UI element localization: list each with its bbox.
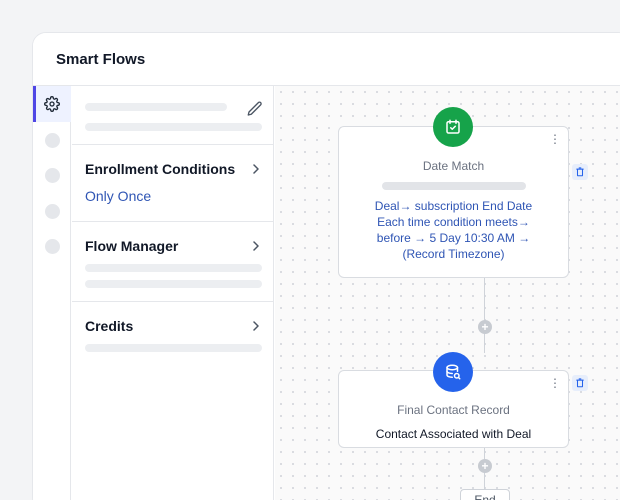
enrollment-value: Only Once <box>85 188 152 204</box>
node-title: Date Match <box>422 159 485 173</box>
nav-rail <box>33 86 71 500</box>
date-match-node-icon <box>433 107 473 147</box>
chevron-right-icon <box>253 321 259 331</box>
flow-name-header <box>72 86 273 145</box>
rail-item-placeholder[interactable] <box>45 168 60 183</box>
skeleton-line <box>85 344 262 352</box>
section-credits[interactable]: Credits <box>72 302 273 366</box>
gear-icon <box>44 96 60 112</box>
section-title: Credits <box>85 318 134 334</box>
app-window: Smart Flows Enrollment Conditions Only O… <box>32 32 620 500</box>
end-node: End <box>460 489 510 500</box>
section-flow-manager[interactable]: Flow Manager <box>72 222 273 302</box>
skeleton-line <box>85 264 262 272</box>
trash-icon <box>576 378 584 388</box>
database-search-icon <box>446 364 461 380</box>
connector-line <box>484 278 485 353</box>
more-vertical-icon[interactable]: ⋮ <box>549 133 561 145</box>
add-step-button[interactable]: + <box>478 459 492 473</box>
skeleton-line <box>85 123 262 131</box>
section-enrollment-conditions[interactable]: Enrollment Conditions Only Once <box>72 145 273 222</box>
node-title: Final Contact Record <box>397 403 510 417</box>
more-vertical-icon[interactable]: ⋮ <box>549 377 561 389</box>
rail-item-placeholder[interactable] <box>45 239 60 254</box>
delete-node-button[interactable] <box>572 375 588 391</box>
rail-item-placeholder[interactable] <box>45 133 60 148</box>
final-contact-node-icon <box>433 352 473 392</box>
date-match-card[interactable]: ⋮ Date Match Deal→ subscription End Date… <box>338 126 569 278</box>
node-action: Contact Associated with Deal <box>375 427 532 441</box>
trash-icon <box>576 167 584 177</box>
condition-line: before → 5 Day 10:30 AM → <box>376 231 531 245</box>
flow-canvas[interactable]: ⋮ Date Match Deal→ subscription End Date… <box>275 86 620 500</box>
condition-line: Deal→ subscription End Date <box>374 199 533 213</box>
delete-node-button[interactable] <box>572 164 588 180</box>
skeleton-line <box>85 280 262 288</box>
skeleton-line <box>382 182 526 190</box>
chevron-right-icon <box>253 164 259 174</box>
calendar-check-icon <box>446 119 460 134</box>
condition-line: Each time condition meets→ <box>377 215 530 229</box>
chevron-right-icon <box>253 241 259 251</box>
condition-line: (Record Timezone) <box>402 247 505 261</box>
app-title: Smart Flows <box>56 51 146 68</box>
section-title: Flow Manager <box>85 238 179 254</box>
section-title: Enrollment Conditions <box>85 161 236 177</box>
rail-item-placeholder[interactable] <box>45 204 60 219</box>
title-bar: Smart Flows <box>33 33 620 86</box>
settings-panel: Enrollment Conditions Only Once Flow Man… <box>72 86 274 500</box>
edit-pencil-icon[interactable] <box>246 100 264 118</box>
skeleton-line <box>85 103 227 111</box>
add-step-button[interactable]: + <box>478 320 492 334</box>
rail-settings-button[interactable] <box>33 86 71 122</box>
